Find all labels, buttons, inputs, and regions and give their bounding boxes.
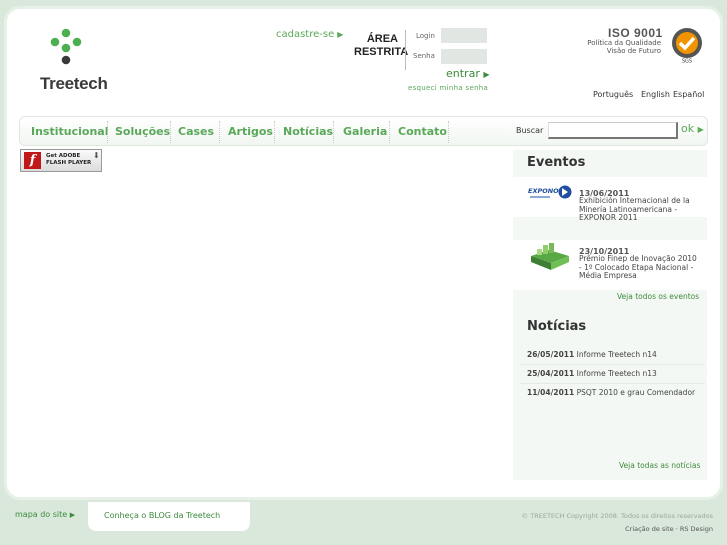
nav-contato[interactable]: Contato <box>398 125 447 138</box>
senha-label: Senha <box>413 52 435 60</box>
cadastre-link[interactable]: cadastre-se ▶ <box>276 29 343 40</box>
flash-icon: f <box>24 152 41 169</box>
svg-text:SGS: SGS <box>682 59 692 65</box>
event-link[interactable]: Prêmio Finep de Inovação 2010 - 1º Coloc… <box>579 254 699 281</box>
mapa-site-link[interactable]: mapa do site ▶ <box>15 510 75 519</box>
veja-noticias-link[interactable]: Veja todas as notícias <box>619 461 700 470</box>
news-item[interactable]: 26/05/2011 Informe Treetech n14 <box>527 350 702 359</box>
event-link[interactable]: Exhibición Internacional de la Minería L… <box>579 196 699 223</box>
lang-portugues[interactable]: Português <box>593 90 633 99</box>
area-restrita-title: ÁREA RESTRITA <box>354 33 409 58</box>
veja-eventos-link[interactable]: Veja todos os eventos <box>617 292 699 301</box>
login-input[interactable] <box>441 28 487 43</box>
finep-award-icon[interactable] <box>527 242 573 274</box>
divider <box>405 30 406 70</box>
visao-futuro-link[interactable]: Visão de Futuro <box>560 47 661 55</box>
nav-noticias[interactable]: Notícias <box>283 125 333 138</box>
nav-artigos[interactable]: Artigos <box>228 125 273 138</box>
search-ok-button[interactable]: ok ▶ <box>681 122 704 135</box>
arrow-right-icon: ▶ <box>337 30 344 39</box>
nav-galeria[interactable]: Galeria <box>343 125 387 138</box>
arrow-right-icon: ▶ <box>483 70 490 79</box>
svg-text:EXPONOR: EXPONOR <box>528 187 564 195</box>
copyright-text: © TREETECH Copyright 2008. Todos os dire… <box>521 512 713 520</box>
blog-link[interactable]: Conheça o BLOG da Treetech <box>104 511 220 520</box>
nav-separator <box>389 121 390 143</box>
lang-english[interactable]: English <box>641 90 670 99</box>
esqueci-senha-link[interactable]: esqueci minha senha <box>408 84 488 92</box>
iso-title: ISO 9001 <box>608 26 663 40</box>
flash-label: Get ADOBE FLASH PLAYER <box>46 153 92 166</box>
lang-espanol[interactable]: Español <box>673 90 704 99</box>
nav-separator <box>333 121 334 143</box>
login-label: Login <box>416 32 435 40</box>
download-icon: ⬇ <box>93 151 100 160</box>
nav-separator <box>219 121 220 143</box>
nav-separator <box>107 121 108 143</box>
credits-link[interactable]: Criação de site · RS Design <box>560 525 713 533</box>
divider <box>520 383 705 384</box>
nav-institucional[interactable]: Institucional <box>31 125 108 138</box>
noticias-title: Notícias <box>527 319 587 334</box>
nav-separator <box>448 121 449 143</box>
nav-solucoes[interactable]: Soluções <box>115 125 170 138</box>
entrar-button[interactable]: entrar ▶ <box>446 67 490 80</box>
search-input[interactable] <box>548 122 678 139</box>
arrow-right-icon: ▶ <box>69 511 76 519</box>
divider <box>520 364 705 365</box>
nav-separator <box>274 121 275 143</box>
get-flash-player-button[interactable]: f Get ADOBE FLASH PLAYER ⬇ <box>20 149 102 172</box>
eventos-title: Eventos <box>527 155 586 170</box>
exponor-logo-icon[interactable]: EXPONOR <box>527 184 573 202</box>
news-item[interactable]: 25/04/2011 Informe Treetech n13 <box>527 369 702 378</box>
senha-input[interactable] <box>441 49 487 64</box>
sgs-certification-badge-icon: SGS <box>672 28 702 65</box>
logo-text[interactable]: Treetech <box>40 74 108 94</box>
politica-qualidade-link[interactable]: Política da Qualidade <box>560 39 661 47</box>
nav-cases[interactable]: Cases <box>178 125 214 138</box>
news-item[interactable]: 11/04/2011 PSQT 2010 e grau Comendador <box>527 388 702 397</box>
arrow-right-icon: ▶ <box>697 125 704 134</box>
buscar-label: Buscar <box>516 126 544 135</box>
nav-separator <box>170 121 171 143</box>
